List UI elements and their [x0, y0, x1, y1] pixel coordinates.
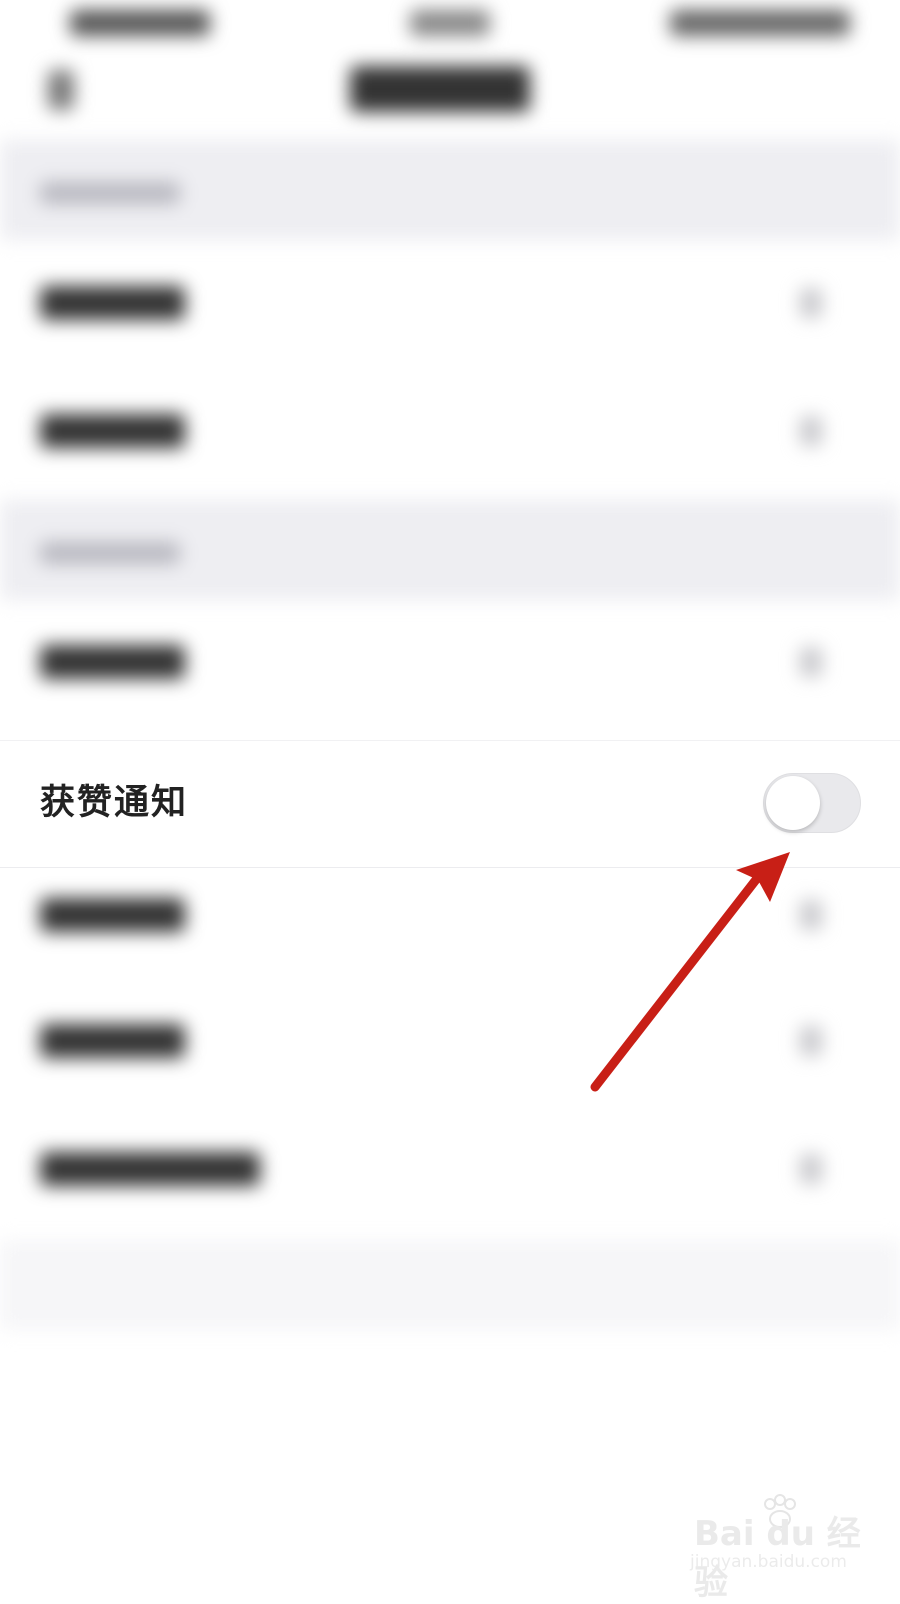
watermark-url: jingyan.baidu.com: [690, 1552, 847, 1572]
like-notification-label: 获赞通知: [40, 783, 189, 823]
baidu-jingyan-watermark: Bai du 经验 jingyan.baidu.com: [686, 1494, 866, 1603]
like-notification-row: 获赞通知: [0, 740, 900, 868]
toggle-knob: [766, 776, 820, 830]
like-notification-toggle[interactable]: [763, 773, 861, 833]
